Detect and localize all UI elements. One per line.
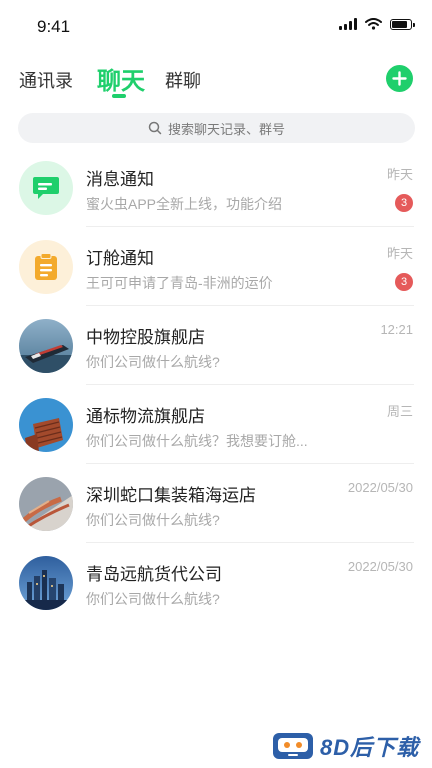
add-button[interactable] <box>386 65 413 92</box>
ship-photo <box>19 319 73 373</box>
wifi-icon <box>365 18 382 30</box>
chat-name: 青岛远航货代公司 <box>86 565 222 584</box>
chat-time: 周三 <box>386 404 413 419</box>
port-photo <box>19 477 73 531</box>
battery-icon <box>390 18 415 30</box>
watermark: 8D后下载 <box>272 730 419 762</box>
unread-badge: 3 <box>395 273 413 291</box>
tab-chats[interactable]: 聊天 <box>97 61 145 96</box>
chat-name: 中物控股旗舰店 <box>86 328 205 347</box>
tab-contacts[interactable]: 通讯录 <box>19 67 73 93</box>
city-photo <box>19 556 73 610</box>
avatar <box>19 161 73 215</box>
status-icons <box>339 18 415 30</box>
avatar <box>19 477 73 531</box>
container-photo <box>19 398 73 452</box>
chat-item-message-notice[interactable]: 消息通知 蜜火虫APP全新上线，功能介绍 昨天 3 <box>0 148 432 227</box>
chat-name: 通标物流旗舰店 <box>86 407 205 426</box>
chat-item-tongbiao[interactable]: 通标物流旗舰店 你们公司做什么航线？我想要订舱... 周三 <box>0 385 432 464</box>
chat-time: 昨天 <box>386 167 413 182</box>
chat-preview: 你们公司做什么航线? <box>86 591 220 607</box>
chat-preview: 你们公司做什么航线? <box>86 354 220 370</box>
chat-time: 2022/05/30 <box>347 480 413 495</box>
search-bar[interactable]: 搜索聊天记录、群号 <box>18 113 415 143</box>
chat-item-zhongwu[interactable]: 中物控股旗舰店 你们公司做什么航线? 12:21 <box>0 306 432 385</box>
tab-groups[interactable]: 群聊 <box>165 67 201 93</box>
plus-icon <box>392 71 407 86</box>
avatar <box>19 319 73 373</box>
chat-preview: 你们公司做什么航线？我想要订舱... <box>86 433 308 449</box>
status-time: 9:41 <box>37 17 71 36</box>
signal-icon <box>339 18 357 30</box>
unread-badge: 3 <box>395 194 413 212</box>
top-tabs: 通讯录 聊天 群聊 <box>0 52 432 102</box>
chat-list: 消息通知 蜜火虫APP全新上线，功能介绍 昨天 3 订舱通知 王可可申请了青岛-… <box>0 148 432 622</box>
chat-preview: 王可可申请了青岛-非洲的运价 <box>86 275 273 291</box>
chat-item-shekou[interactable]: 深圳蛇口集装箱海运店 你们公司做什么航线? 2022/05/30 <box>0 464 432 543</box>
chat-item-qingdao[interactable]: 青岛远航货代公司 你们公司做什么航线? 2022/05/30 <box>0 543 432 622</box>
chat-time: 12:21 <box>380 322 413 337</box>
chat-name: 深圳蛇口集装箱海运店 <box>86 486 256 505</box>
search-placeholder: 搜索聊天记录、群号 <box>167 121 285 137</box>
clipboard-icon <box>35 253 57 280</box>
chat-preview: 你们公司做什么航线? <box>86 512 220 528</box>
avatar <box>19 240 73 294</box>
status-bar: 9:41 <box>0 0 432 52</box>
message-icon <box>33 177 59 199</box>
search-icon <box>148 121 162 135</box>
active-tab-indicator <box>112 94 126 98</box>
robot-logo-icon <box>273 733 313 759</box>
chat-name: 订舱通知 <box>86 249 154 268</box>
chat-item-booking-notice[interactable]: 订舱通知 王可可申请了青岛-非洲的运价 昨天 3 <box>0 227 432 306</box>
chat-time: 2022/05/30 <box>347 559 413 574</box>
chat-preview: 蜜火虫APP全新上线，功能介绍 <box>86 196 283 212</box>
chat-time: 昨天 <box>386 246 413 261</box>
watermark-text: 8D后下载 <box>320 735 420 760</box>
chat-name: 消息通知 <box>86 170 154 189</box>
avatar <box>19 556 73 610</box>
avatar <box>19 398 73 452</box>
